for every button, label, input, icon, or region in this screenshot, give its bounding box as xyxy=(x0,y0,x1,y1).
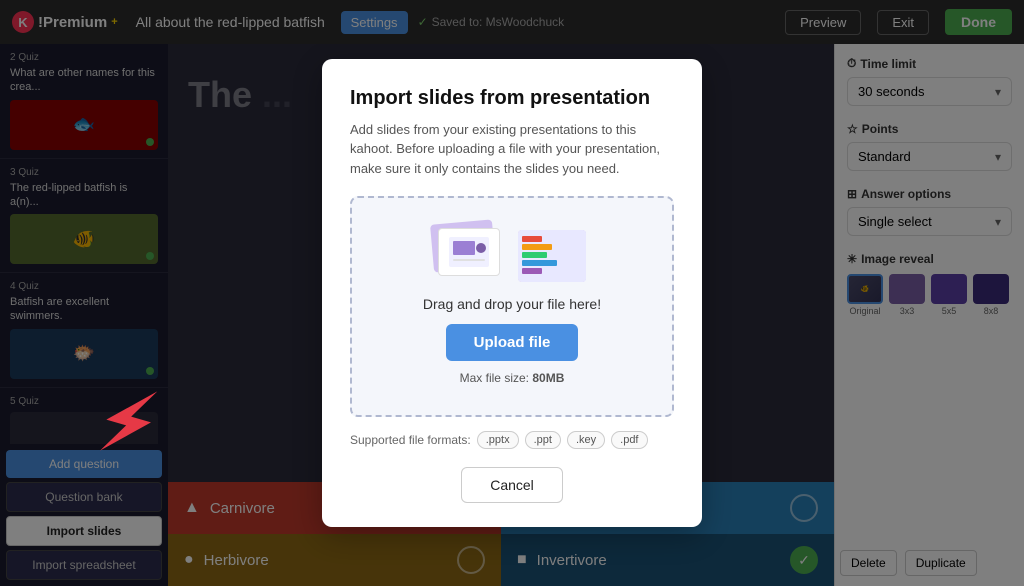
slide-rainbow xyxy=(518,230,586,282)
cancel-button[interactable]: Cancel xyxy=(461,467,563,503)
maxsize-label: Max file size: xyxy=(460,371,529,385)
slide-front xyxy=(438,228,500,276)
slide-front-svg xyxy=(449,237,489,267)
slide-icon-purple xyxy=(438,228,500,282)
modal-description: Add slides from your existing presentati… xyxy=(350,120,674,179)
format-badge-pptx: .pptx xyxy=(477,431,519,449)
upload-file-button[interactable]: Upload file xyxy=(446,324,579,361)
slide-icons xyxy=(438,228,586,282)
red-arrow-indicator xyxy=(60,366,180,466)
modal-title: Import slides from presentation xyxy=(350,87,674,110)
format-badge-key: .key xyxy=(567,431,605,449)
dropzone-text: Drag and drop your file here! xyxy=(423,296,601,312)
modal-overlay: Import slides from presentation Add slid… xyxy=(0,0,1024,586)
import-slides-modal: Import slides from presentation Add slid… xyxy=(322,59,702,528)
formats-row: Supported file formats: .pptx .ppt .key … xyxy=(350,431,674,449)
format-badge-ppt: .ppt xyxy=(525,431,561,449)
dropzone-area[interactable]: Drag and drop your file here! Upload fil… xyxy=(350,196,674,417)
maxsize-value: 80MB xyxy=(532,371,564,385)
format-badge-pdf: .pdf xyxy=(611,431,647,449)
maxsize-text: Max file size: 80MB xyxy=(460,371,565,385)
rainbow-svg xyxy=(518,230,586,282)
formats-label: Supported file formats: xyxy=(350,433,471,447)
